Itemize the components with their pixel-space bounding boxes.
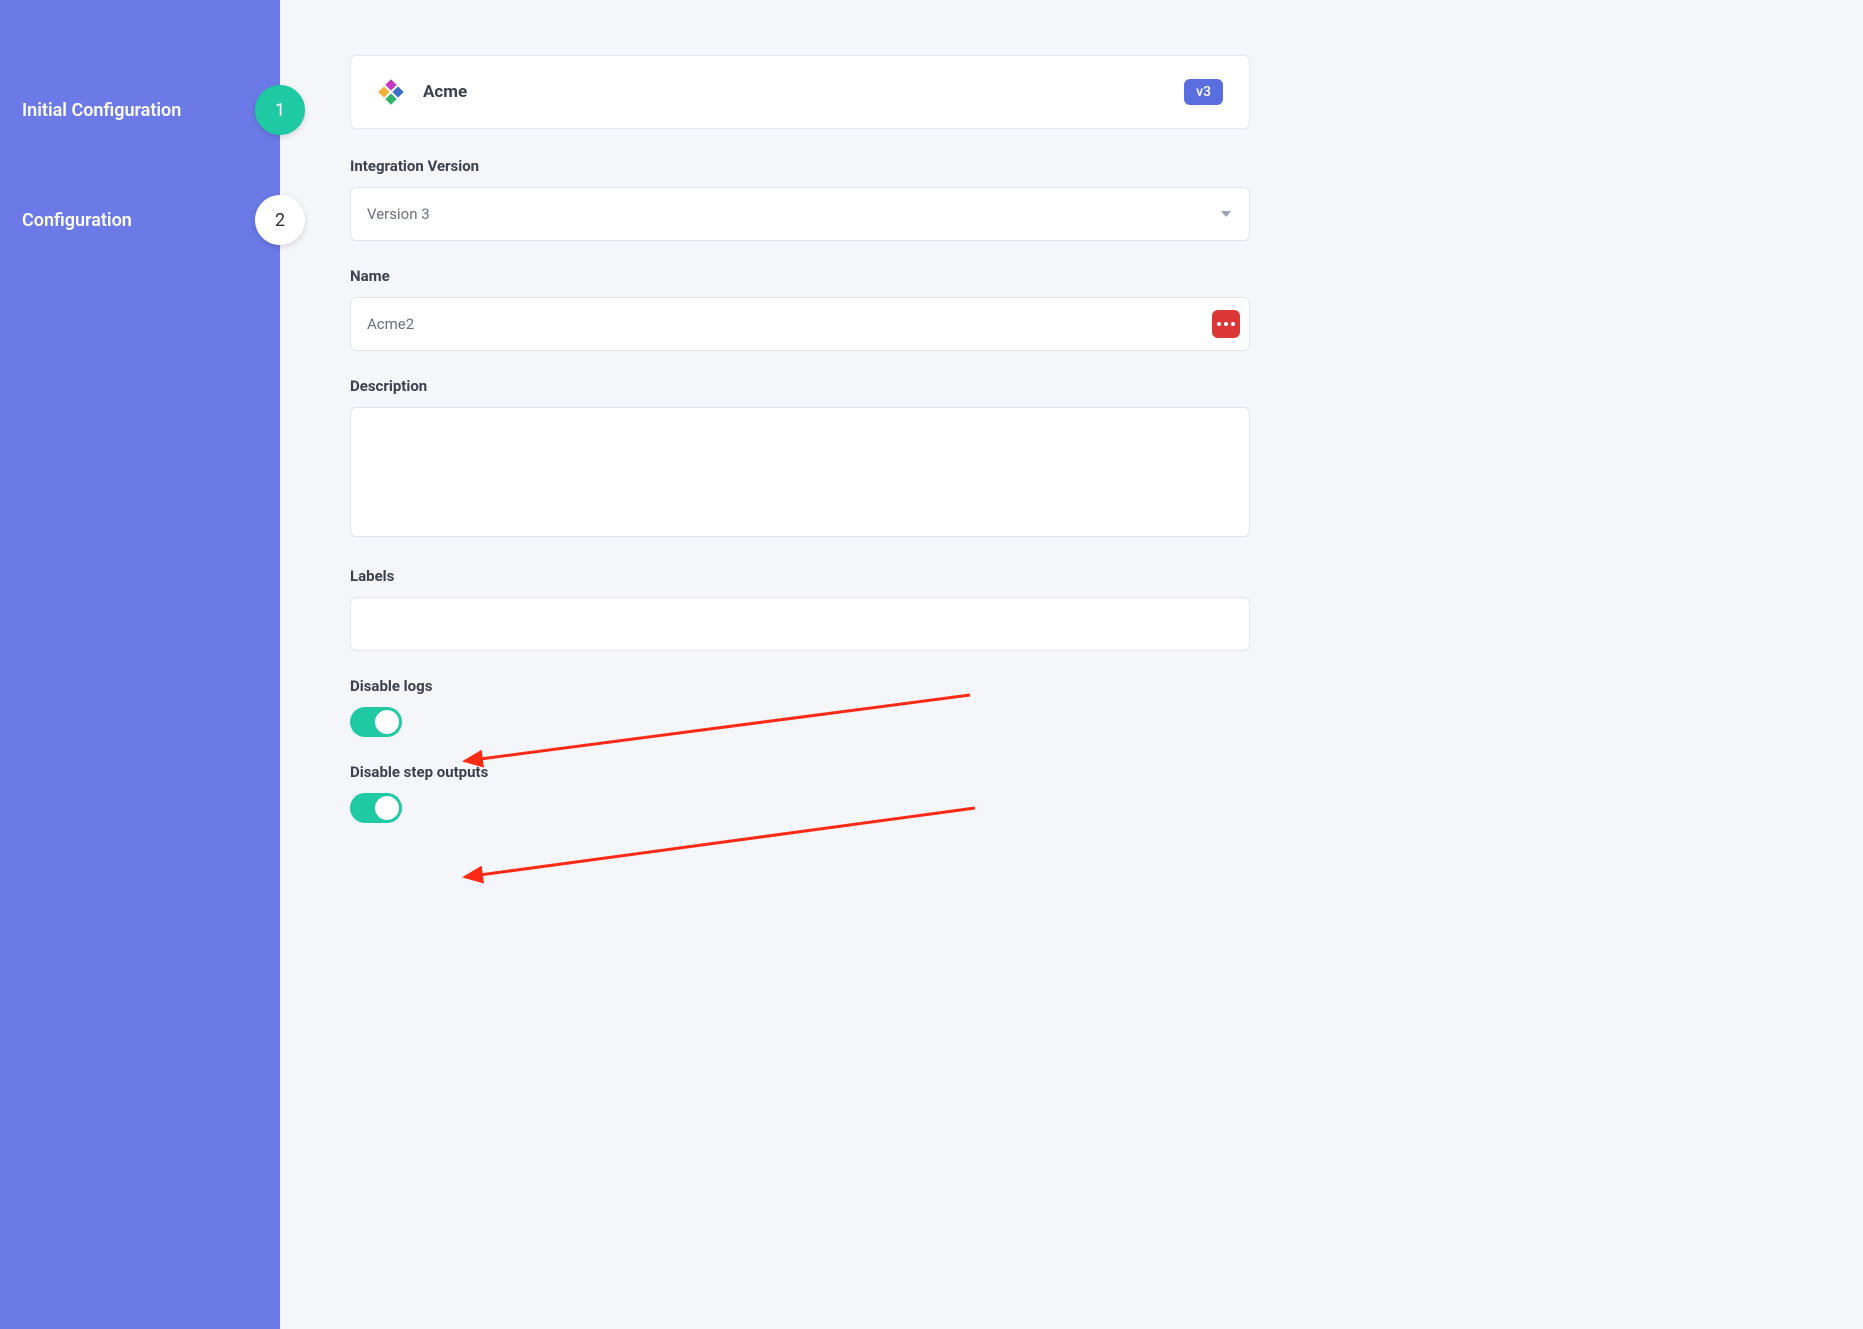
integration-version-select[interactable]: Version 3 (350, 187, 1250, 241)
disable-logs-label: Disable logs (350, 677, 1250, 695)
description-label: Description (350, 377, 1250, 395)
labels-input[interactable] (350, 597, 1250, 651)
integration-version-label: Integration Version (350, 157, 1250, 175)
field-name: Name (350, 267, 1250, 351)
step-label: Initial Configuration (22, 100, 181, 121)
field-integration-version: Integration Version Version 3 (350, 157, 1250, 241)
name-label: Name (350, 267, 1250, 285)
integration-title: Acme (423, 82, 1184, 102)
version-badge: v3 (1184, 79, 1223, 105)
labels-label: Labels (350, 567, 1250, 585)
field-disable-step-outputs: Disable step outputs (350, 763, 1250, 823)
disable-step-outputs-label: Disable step outputs (350, 763, 1250, 781)
disable-logs-toggle[interactable] (350, 707, 402, 737)
step-configuration[interactable]: Configuration 2 (0, 165, 280, 275)
disable-step-outputs-toggle[interactable] (350, 793, 402, 823)
step-number-badge: 1 (255, 85, 305, 135)
toggle-knob-icon (375, 710, 399, 734)
step-number-badge: 2 (255, 195, 305, 245)
integration-header-card: Acme v3 (350, 55, 1250, 129)
password-manager-icon[interactable] (1212, 310, 1240, 338)
chevron-down-icon (1221, 211, 1231, 217)
field-labels: Labels (350, 567, 1250, 651)
integration-logo-icon (377, 78, 405, 106)
main-panel: Acme v3 Integration Version Version 3 Na… (280, 0, 1863, 1329)
wizard-sidebar: Initial Configuration 1 Configuration 2 (0, 0, 280, 1329)
toggle-knob-icon (375, 796, 399, 820)
step-initial-configuration[interactable]: Initial Configuration 1 (0, 55, 280, 165)
name-input[interactable] (350, 297, 1250, 351)
step-label: Configuration (22, 210, 132, 231)
description-textarea[interactable] (350, 407, 1250, 537)
field-disable-logs: Disable logs (350, 677, 1250, 737)
field-description: Description (350, 377, 1250, 541)
integration-version-selected: Version 3 (367, 205, 430, 223)
